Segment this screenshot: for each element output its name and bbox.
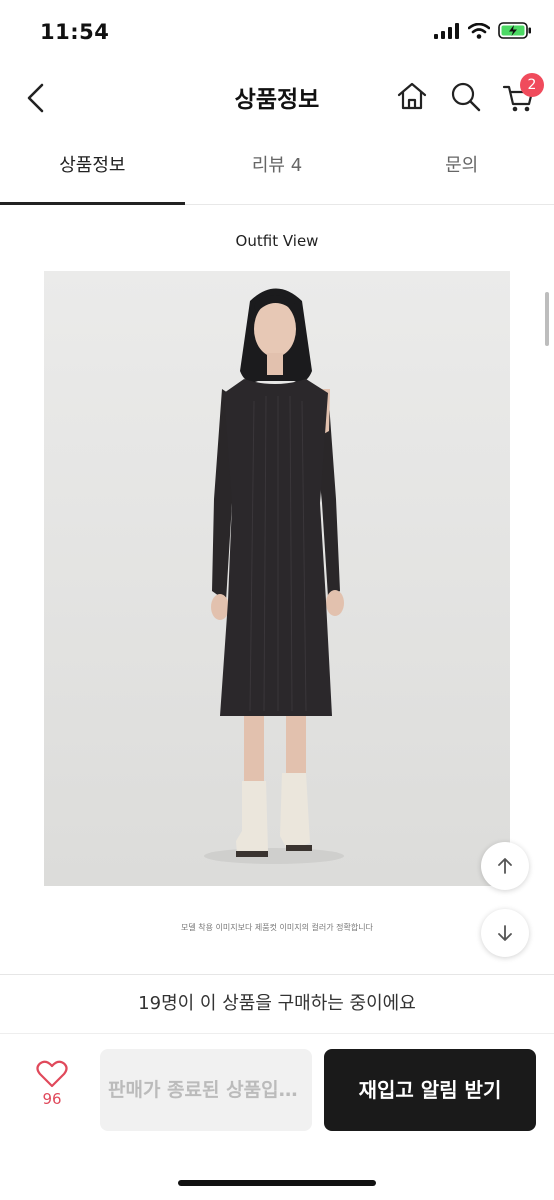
battery-icon <box>498 22 531 39</box>
cart-badge: 2 <box>520 73 544 97</box>
signal-icon <box>434 22 459 39</box>
product-photo <box>44 271 510 886</box>
home-icon[interactable] <box>396 80 428 112</box>
model-illustration <box>44 271 510 886</box>
status-time: 11:54 <box>40 20 110 44</box>
soldout-button: 판매가 종료된 상품입니다 <box>100 1049 312 1131</box>
arrow-up-icon <box>498 858 512 874</box>
like-button[interactable]: 96 <box>28 1060 76 1108</box>
heart-icon <box>36 1060 68 1088</box>
section-title: Outfit View <box>235 232 319 250</box>
home-indicator <box>178 1180 376 1186</box>
scrollbar[interactable] <box>545 292 549 346</box>
tab-reviews[interactable]: 리뷰 4 <box>185 140 370 204</box>
tab-inquiry[interactable]: 문의 <box>369 140 554 204</box>
scroll-up-button[interactable] <box>481 842 529 890</box>
scroll-down-button[interactable] <box>481 909 529 957</box>
tab-product-info[interactable]: 상품정보 <box>0 140 185 205</box>
wifi-icon <box>468 22 490 39</box>
photo-caption: 모델 착용 이미지보다 제품컷 이미지의 컬러가 정확합니다 <box>181 923 373 932</box>
status-icons <box>434 22 532 39</box>
restock-alert-button[interactable]: 재입고 알림 받기 <box>324 1049 536 1131</box>
buying-now-banner: 19명이 이 상품을 구매하는 중이에요 <box>0 974 554 1034</box>
like-count: 96 <box>42 1090 62 1108</box>
tab-bar: 상품정보 리뷰 4 문의 <box>0 140 554 205</box>
search-icon[interactable] <box>450 81 482 113</box>
